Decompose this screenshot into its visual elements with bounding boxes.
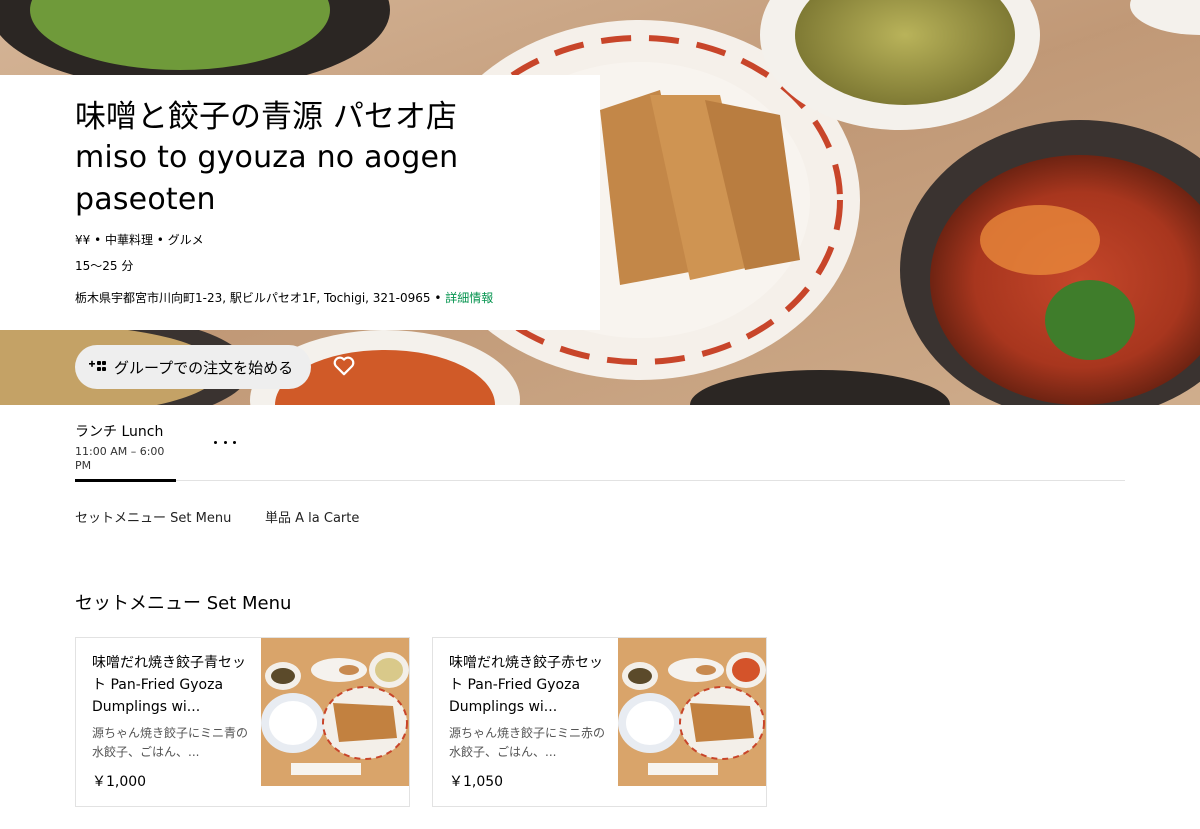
item-text: 味噌だれ焼き餃子青セット Pan-Fried Gyoza Dumplings w… [92, 652, 250, 762]
item-description: 源ちゃん焼き餃子にミニ青の水餃子、ごはん、... [92, 726, 249, 759]
tab-title-en: Lunch [121, 424, 164, 440]
tab-divider [75, 480, 1125, 481]
group-add-icon [89, 358, 107, 377]
more-info-link[interactable]: 詳細情報 [445, 291, 493, 305]
item-photo [618, 638, 766, 786]
item-price: ￥1,000 [92, 774, 147, 790]
tab-lunch-menu[interactable]: ランチ Lunch 11:00 AM – 6:00 PM [75, 423, 176, 473]
hero-banner: 味噌と餃子の青源 パセオ店 miso to gyouza no aogen pa… [0, 0, 1200, 405]
heart-icon [333, 356, 355, 379]
store-title-ja: 味噌と餃子の青源 パセオ店 [75, 99, 457, 135]
dot [214, 440, 217, 444]
delivery-eta: 15～25 分 [75, 259, 134, 273]
favorite-button[interactable] [326, 349, 362, 385]
store-address: 栃木県宇都宮市川向町1-23, 駅ビルパセオ1F, Tochigi, 321-0… [75, 289, 600, 307]
group-order-label: グループでの注文を始める [114, 359, 294, 377]
dot [223, 440, 227, 444]
tab-title: ランチ Lunch [75, 423, 176, 441]
section-title: セットメニュー Set Menu [75, 593, 292, 614]
item-name: 味噌だれ焼き餃子赤セット Pan-Fried Gyoza Dumplings w… [449, 655, 603, 715]
active-tab-indicator [75, 479, 176, 482]
item-price: ￥1,050 [449, 774, 504, 790]
group-order-button[interactable]: グループでの注文を始める [75, 345, 311, 389]
address-text: 栃木県宇都宮市川向町1-23, 駅ビルパセオ1F, Tochigi, 321-0… [75, 291, 446, 305]
store-info-card: 味噌と餃子の青源 パセオ店 miso to gyouza no aogen pa… [0, 75, 600, 330]
category-link-set-menu[interactable]: セットメニュー Set Menu [75, 510, 231, 528]
tab-title-ja: ランチ [75, 424, 117, 440]
store-title-en: miso to gyouza no aogen paseoten [75, 140, 459, 217]
menu-item-card[interactable]: 味噌だれ焼き餃子赤セット Pan-Fried Gyoza Dumplings w… [432, 637, 767, 807]
price-category: ¥¥ • 中華料理 • グルメ [75, 233, 204, 247]
category-link-a-la-carte[interactable]: 単品 A la Carte [265, 510, 359, 528]
item-name: 味噌だれ焼き餃子青セット Pan-Fried Gyoza Dumplings w… [92, 655, 246, 715]
item-text: 味噌だれ焼き餃子赤セット Pan-Fried Gyoza Dumplings w… [449, 652, 607, 762]
dot [233, 440, 236, 444]
item-photo [261, 638, 409, 786]
item-description: 源ちゃん焼き餃子にミニ赤の水餃子、ごはん、... [449, 726, 606, 759]
more-options-button[interactable] [214, 432, 236, 452]
tab-hours: 11:00 AM – 6:00 PM [75, 445, 165, 472]
menu-item-card[interactable]: 味噌だれ焼き餃子青セット Pan-Fried Gyoza Dumplings w… [75, 637, 410, 807]
